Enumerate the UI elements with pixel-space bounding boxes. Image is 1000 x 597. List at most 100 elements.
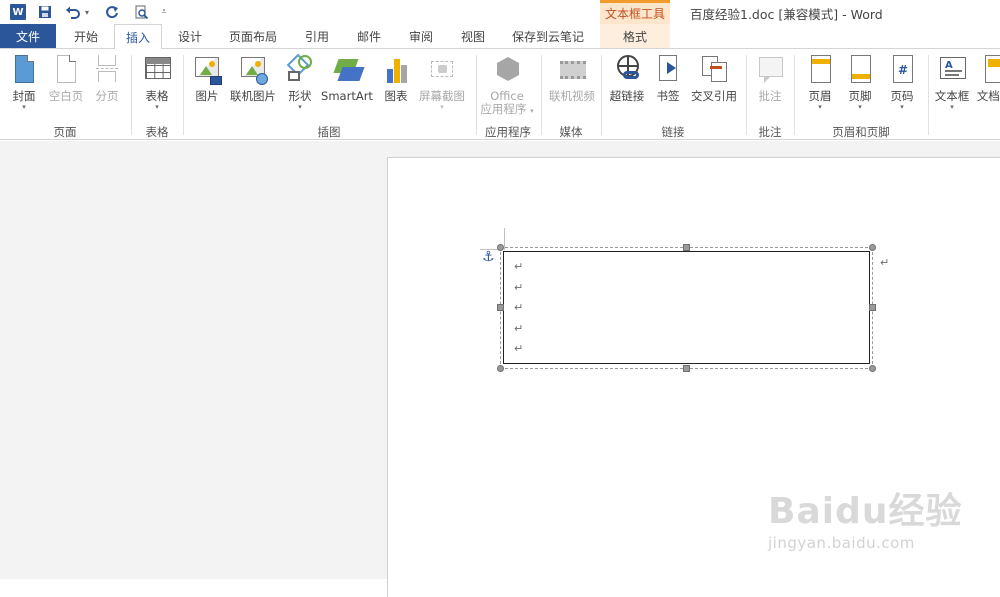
cover-page-icon [11, 55, 37, 87]
paragraph-mark: ↵ [514, 281, 524, 294]
chevron-down-icon: ▾ [950, 103, 954, 111]
redo-icon[interactable] [103, 3, 121, 21]
group-separator [794, 55, 795, 135]
cover-page-button[interactable]: 封面 ▾ [6, 53, 42, 119]
tab-page-layout[interactable]: 页面布局 [218, 24, 288, 48]
shapes-button[interactable]: 形状 ▾ [284, 53, 316, 119]
anchor-icon[interactable]: ⚓ [482, 250, 495, 264]
group-separator [183, 55, 184, 135]
title-bar: W ▾ ⩡ 文本框工具 百度经验1.doc [兼容模式] - Word [0, 0, 1000, 24]
footer-icon [847, 55, 873, 87]
ribbon-tabs: 文件 开始 插入 设计 页面布局 引用 邮件 审阅 视图 保存到云笔记 格式 [0, 24, 1000, 49]
chevron-down-icon: ▾ [155, 103, 159, 111]
header-button[interactable]: 页眉 ▾ [804, 53, 836, 119]
online-video-button[interactable]: 联机视频 [545, 53, 599, 119]
group-label-illustrations: 插图 [317, 125, 341, 139]
tab-review[interactable]: 审阅 [396, 24, 446, 48]
table-button[interactable]: 表格 ▾ [138, 53, 176, 119]
resize-handle-left[interactable] [497, 304, 504, 311]
textbox-tools-context-header: 文本框工具 [600, 0, 670, 24]
chevron-down-icon: ▾ [440, 103, 444, 111]
group-label-tables: 表格 [145, 125, 169, 139]
paragraph-mark: ↵ [880, 256, 890, 269]
tab-file[interactable]: 文件 [0, 24, 56, 48]
tab-design[interactable]: 设计 [164, 24, 216, 48]
office-apps-icon [494, 55, 520, 87]
hyperlink-icon [614, 55, 640, 87]
online-picture-icon [240, 55, 268, 87]
chevron-down-icon: ▾ [298, 103, 302, 111]
hyperlink-button[interactable]: 超链接 [606, 53, 648, 119]
blank-page-button[interactable]: 空白页 [46, 53, 86, 119]
chart-button[interactable]: 图表 [380, 53, 412, 119]
chevron-down-icon: ▾ [818, 103, 822, 111]
office-apps-button[interactable]: Office 应用程序 ▾ [478, 53, 536, 119]
group-separator [601, 55, 602, 135]
page-break-button[interactable]: 分页 [90, 53, 124, 119]
resize-handle-top-left[interactable] [497, 244, 504, 251]
resize-handle-top-right[interactable] [869, 244, 876, 251]
word-app-icon[interactable]: W [10, 4, 26, 20]
picture-button[interactable]: 图片 [190, 53, 224, 119]
tab-view[interactable]: 视图 [448, 24, 498, 48]
group-separator [746, 55, 747, 135]
resize-handle-bottom-left[interactable] [497, 365, 504, 372]
header-icon [807, 55, 833, 87]
video-icon [559, 55, 586, 87]
table-icon [144, 55, 171, 87]
resize-handle-right[interactable] [869, 304, 876, 311]
screenshot-button[interactable]: 屏幕截图 ▾ [414, 53, 470, 119]
document-parts-icon [981, 55, 1000, 87]
cross-reference-button[interactable]: 交叉引用 [688, 53, 740, 119]
footer-button[interactable]: 页脚 ▾ [844, 53, 876, 119]
page-break-icon [94, 55, 120, 87]
blank-page-icon [53, 55, 79, 87]
document-page[interactable] [387, 157, 1000, 597]
group-separator [476, 55, 477, 135]
resize-handle-bottom-right[interactable] [869, 365, 876, 372]
paragraph-mark: ↵ [514, 301, 524, 314]
resize-handle-bottom[interactable] [683, 365, 690, 372]
undo-icon[interactable] [64, 3, 82, 21]
group-separator [541, 55, 542, 135]
group-separator [131, 55, 132, 135]
textbox[interactable]: ↵ ↵ ↵ ↵ ↵ [503, 251, 870, 364]
tab-references[interactable]: 引用 [292, 24, 342, 48]
smartart-button[interactable]: SmartArt [320, 53, 374, 119]
bookmark-icon [655, 55, 681, 87]
tab-mailings[interactable]: 邮件 [344, 24, 394, 48]
paragraph-mark: ↵ [514, 260, 524, 273]
chart-icon [383, 55, 409, 87]
customize-qat-icon[interactable]: ⩡ [158, 3, 170, 21]
tab-home[interactable]: 开始 [58, 24, 114, 48]
group-label-header-footer: 页眉和页脚 [832, 125, 890, 139]
group-label-pages: 页面 [53, 125, 77, 139]
textbox-icon: A [939, 55, 966, 87]
resize-handle-top[interactable] [683, 244, 690, 251]
camera-icon [429, 55, 455, 87]
tab-format[interactable]: 格式 [600, 24, 670, 48]
paragraph-mark: ↵ [514, 322, 524, 335]
save-icon[interactable] [36, 3, 54, 21]
tab-save-to-cloud-notes[interactable]: 保存到云笔记 [502, 24, 594, 48]
group-separator [928, 55, 929, 135]
undo-dropdown-icon[interactable]: ▾ [82, 3, 92, 21]
smartart-icon [333, 55, 365, 87]
document-parts-button[interactable]: 文档部 [974, 53, 1000, 119]
page-number-button[interactable]: # 页码 ▾ [886, 53, 918, 119]
bookmark-button[interactable]: 书签 [652, 53, 684, 119]
chevron-down-icon: ▾ [858, 103, 862, 111]
textbox-button[interactable]: A 文本框 ▾ [932, 53, 972, 119]
online-picture-button[interactable]: 联机图片 [228, 53, 278, 119]
group-label-apps: 应用程序 [485, 125, 531, 139]
paragraph-mark: ↵ [514, 342, 524, 355]
chevron-down-icon: ▾ [530, 107, 534, 115]
ribbon-insert: 封面 ▾ 空白页 分页 页面 表格 ▾ 表格 图片 联机图片 形状 ▾ Smar… [0, 48, 1000, 140]
shapes-icon [286, 53, 313, 87]
group-label-media: 媒体 [559, 125, 583, 139]
window-title: 百度经验1.doc [兼容模式] - Word [690, 7, 883, 22]
tab-insert[interactable]: 插入 [114, 24, 162, 49]
picture-icon [194, 55, 222, 87]
comment-button[interactable]: 批注 [752, 53, 788, 119]
print-preview-icon[interactable] [132, 3, 150, 21]
